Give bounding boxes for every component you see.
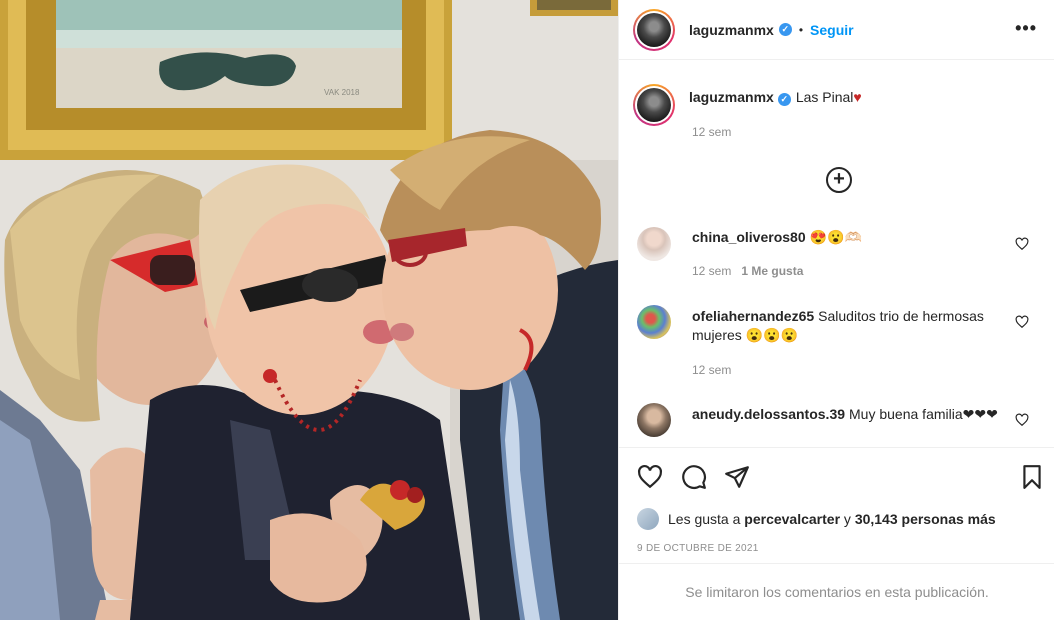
painting-signature: VAK 2018 bbox=[324, 88, 360, 97]
post-side-panel: laguzmanmx ✓ • Seguir ••• laguzmanmx ✓ Las… bbox=[618, 0, 1054, 620]
comment-username[interactable]: china_oliveros80 bbox=[692, 229, 806, 245]
comment-time[interactable]: 12 sem bbox=[692, 363, 731, 377]
heart-icon[interactable] bbox=[1015, 237, 1029, 251]
comment-username[interactable]: ofeliahernandez65 bbox=[692, 308, 814, 324]
bookmark-icon[interactable] bbox=[1019, 464, 1045, 490]
commenter-avatar[interactable] bbox=[637, 403, 671, 437]
likes-summary: Les gusta a percevalcarter y 30,143 pers… bbox=[637, 508, 996, 530]
avatar-image bbox=[637, 12, 671, 47]
paper-plane-icon[interactable] bbox=[724, 464, 750, 490]
post-date[interactable]: 9 DE OCTUBRE DE 2021 bbox=[637, 543, 759, 554]
author-username[interactable]: laguzmanmx bbox=[689, 22, 774, 38]
comment-like-count[interactable]: 1 Me gusta bbox=[741, 264, 803, 278]
ellipsis-icon[interactable]: ••• bbox=[1015, 18, 1037, 39]
comment-text: aneudy.delossantos.39 Muy buena familia❤❤… bbox=[692, 405, 1012, 424]
caption-heart-emoji: ♥ bbox=[853, 89, 862, 105]
caption-text: Las Pinal bbox=[795, 89, 854, 105]
comment-meta: 12 sem 1 Me gusta bbox=[692, 264, 803, 278]
plus-circle-icon[interactable]: + bbox=[826, 167, 852, 193]
post-photo[interactable]: VAK 2018 bbox=[0, 0, 618, 620]
comment-icon[interactable] bbox=[681, 464, 707, 490]
follow-button[interactable]: Seguir bbox=[810, 22, 854, 38]
comment-body: 😍😮🫶🏻 bbox=[809, 229, 862, 245]
likes-prefix: Les gusta a bbox=[668, 511, 741, 527]
comment-time[interactable]: 12 sem bbox=[692, 264, 731, 278]
comment-item: ofeliahernandez65 Saluditos trio de hermo… bbox=[637, 305, 1037, 380]
caption-text-block: laguzmanmx ✓ Las Pinal♥ bbox=[689, 84, 862, 126]
comment-username[interactable]: aneudy.delossantos.39 bbox=[692, 406, 845, 422]
post-header: laguzmanmx ✓ • Seguir ••• bbox=[619, 0, 1054, 60]
avatar-border bbox=[635, 10, 673, 49]
comment-text: ofeliahernandez65 Saluditos trio de hermo… bbox=[692, 307, 1012, 345]
avatar-image bbox=[637, 88, 671, 122]
heart-icon[interactable] bbox=[1015, 413, 1029, 427]
action-bar bbox=[619, 447, 1054, 507]
commenter-avatar[interactable] bbox=[637, 227, 671, 261]
likes-count[interactable]: 30,143 personas más bbox=[855, 511, 996, 527]
likes-connector: y bbox=[843, 511, 851, 527]
comment-meta: 12 sem bbox=[692, 363, 731, 377]
verified-badge-icon: ✓ bbox=[777, 93, 791, 106]
liker-avatar[interactable] bbox=[637, 508, 659, 530]
comments-limited-notice: Se limitaron los comentarios en esta pub… bbox=[619, 563, 1054, 620]
heart-icon[interactable] bbox=[637, 464, 663, 490]
photo-illustration: VAK 2018 bbox=[0, 0, 618, 620]
author-avatar[interactable] bbox=[633, 8, 675, 51]
caption-timestamp[interactable]: 12 sem bbox=[692, 125, 731, 139]
comment-item: china_oliveros80 😍😮🫶🏻 12 sem 1 Me gusta bbox=[637, 227, 1037, 278]
caption-username[interactable]: laguzmanmx bbox=[689, 89, 774, 105]
heart-icon[interactable] bbox=[1015, 315, 1029, 329]
caption-author-avatar[interactable] bbox=[633, 84, 675, 126]
comment-body: Muy buena familia❤❤❤ bbox=[849, 406, 998, 422]
comment-item: aneudy.delossantos.39 Muy buena familia❤❤… bbox=[637, 403, 1037, 447]
liker-username[interactable]: percevalcarter bbox=[744, 511, 840, 527]
header-separator: • bbox=[798, 22, 804, 37]
post-caption: laguzmanmx ✓ Las Pinal♥ bbox=[633, 84, 862, 126]
verified-badge-icon: ✓ bbox=[778, 23, 792, 36]
commenter-avatar[interactable] bbox=[637, 305, 671, 339]
comment-text: china_oliveros80 😍😮🫶🏻 bbox=[692, 228, 1012, 247]
avatar-border bbox=[635, 86, 673, 124]
